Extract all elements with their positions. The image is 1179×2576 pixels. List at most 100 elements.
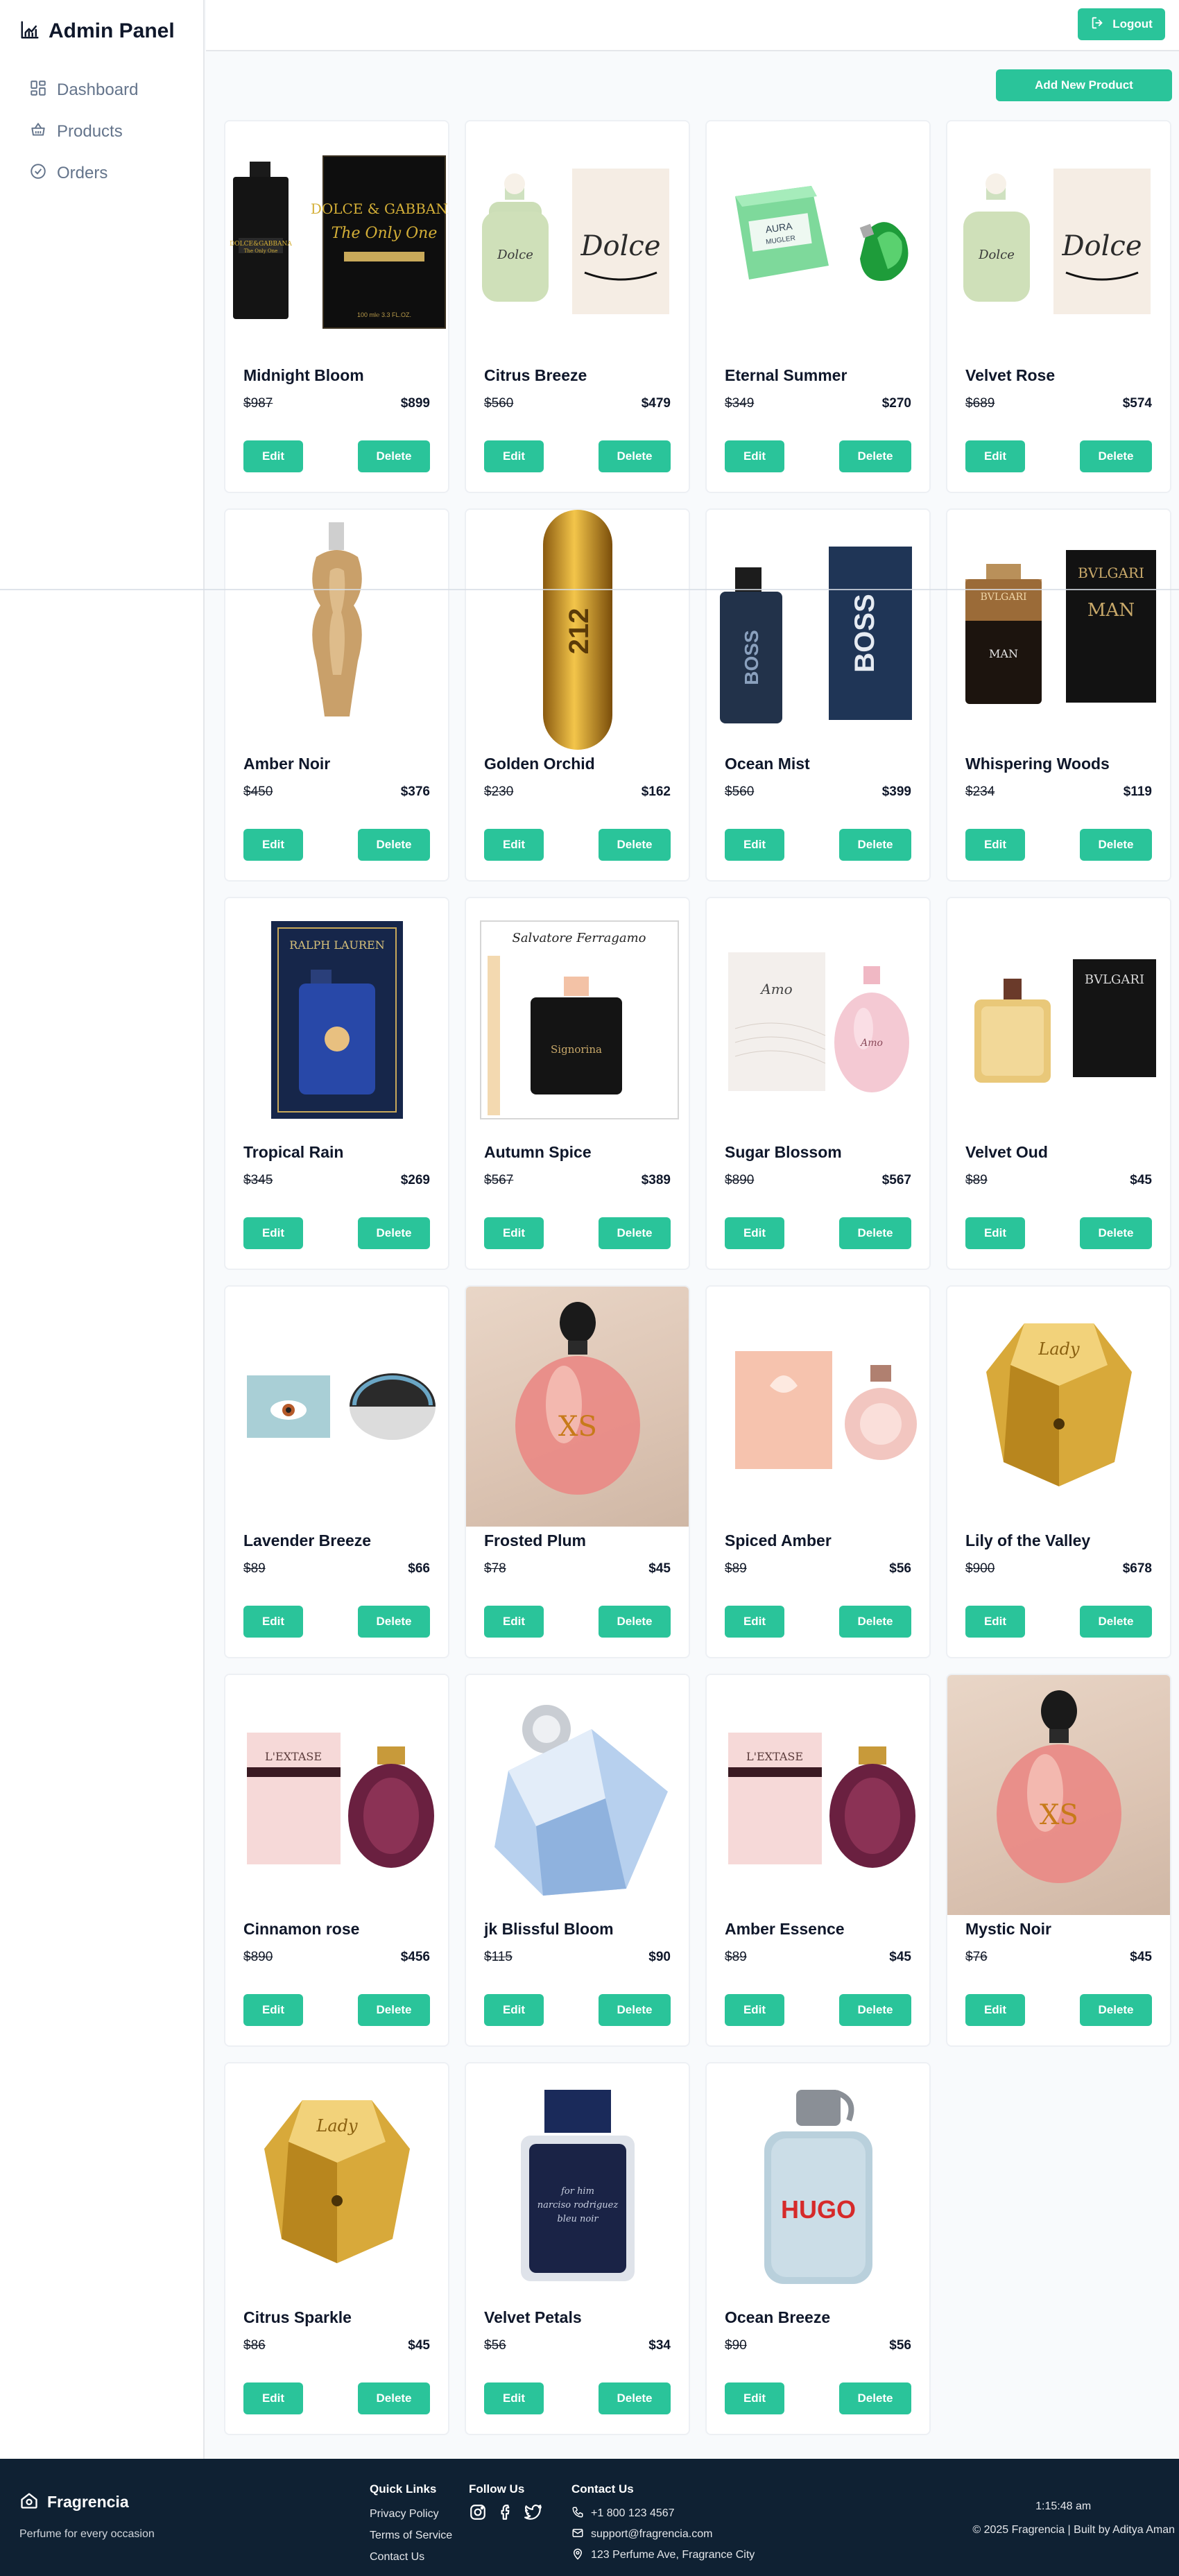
delete-button[interactable]: Delete — [599, 2382, 671, 2414]
card-actions: Edit Delete — [725, 440, 911, 472]
delete-button[interactable]: Delete — [1080, 440, 1152, 472]
edit-button[interactable]: Edit — [243, 1994, 303, 2026]
delete-button[interactable]: Delete — [358, 1606, 430, 1638]
delete-button[interactable]: Delete — [358, 1994, 430, 2026]
twitter-icon[interactable] — [524, 2503, 542, 2525]
edit-button[interactable]: Edit — [965, 1994, 1025, 2026]
product-card: BVLGARI MAN BVLGARI MAN Whispering Woods… — [946, 508, 1171, 882]
svg-text:for him: for him — [560, 2186, 594, 2197]
sale-price: $399 — [881, 784, 911, 799]
divider-line — [0, 589, 1179, 590]
edit-button[interactable]: Edit — [484, 829, 544, 861]
product-card: Dolce Dolce Citrus Breeze $560 $479 Edit… — [465, 120, 690, 493]
edit-button[interactable]: Edit — [243, 440, 303, 472]
delete-button[interactable]: Delete — [599, 1994, 671, 2026]
edit-button[interactable]: Edit — [243, 1217, 303, 1249]
edit-button[interactable]: Edit — [965, 829, 1025, 861]
sidebar-item-products[interactable]: Products — [0, 111, 203, 153]
edit-button[interactable]: Edit — [725, 1606, 784, 1638]
price-row: $78 $45 — [484, 1561, 671, 1577]
sale-price: $269 — [400, 1173, 430, 1187]
edit-button[interactable]: Edit — [243, 2382, 303, 2414]
sidebar-item-orders[interactable]: Orders — [0, 153, 203, 194]
edit-button[interactable]: Edit — [725, 829, 784, 861]
edit-button[interactable]: Edit — [965, 1606, 1025, 1638]
check-circle-icon — [29, 162, 47, 185]
edit-button[interactable]: Edit — [484, 2382, 544, 2414]
card-actions: Edit Delete — [725, 2382, 911, 2414]
svg-text:Lady: Lady — [1038, 1339, 1080, 1359]
product-name: Golden Orchid — [484, 755, 595, 773]
delete-button[interactable]: Delete — [599, 1217, 671, 1249]
edit-button[interactable]: Edit — [484, 1994, 544, 2026]
delete-button[interactable]: Delete — [839, 1217, 911, 1249]
edit-button[interactable]: Edit — [484, 1606, 544, 1638]
edit-button[interactable]: Edit — [725, 2382, 784, 2414]
edit-button[interactable]: Edit — [725, 1217, 784, 1249]
facebook-icon[interactable] — [497, 2503, 515, 2525]
delete-button[interactable]: Delete — [839, 1606, 911, 1638]
delete-button[interactable]: Delete — [599, 829, 671, 861]
edit-button[interactable]: Edit — [484, 440, 544, 472]
instagram-icon[interactable] — [469, 2503, 487, 2525]
edit-button[interactable]: Edit — [965, 440, 1025, 472]
delete-button[interactable]: Delete — [839, 2382, 911, 2414]
card-actions: Edit Delete — [484, 2382, 671, 2414]
contact-title: Contact Us — [571, 2482, 634, 2496]
edit-button[interactable]: Edit — [725, 1994, 784, 2026]
address-text: 123 Perfume Ave, Fragrance City — [591, 2549, 755, 2561]
phone-text[interactable]: +1 800 123 4567 — [591, 2507, 675, 2520]
delete-button[interactable]: Delete — [1080, 1606, 1152, 1638]
footer-link-terms[interactable]: Terms of Service — [370, 2525, 452, 2546]
edit-button[interactable]: Edit — [243, 829, 303, 861]
delete-button[interactable]: Delete — [599, 1606, 671, 1638]
mail-icon — [571, 2527, 584, 2543]
add-new-product-button[interactable]: Add New Product — [996, 69, 1172, 101]
original-price: $560 — [725, 784, 755, 799]
delete-button[interactable]: Delete — [839, 1994, 911, 2026]
footer-link-contact[interactable]: Contact Us — [370, 2546, 452, 2568]
card-actions: Edit Delete — [243, 1217, 430, 1249]
sale-price: $678 — [1122, 1561, 1152, 1576]
product-name: Cinnamon rose — [243, 1920, 360, 1938]
card-actions: Edit Delete — [243, 2382, 430, 2414]
delete-button[interactable]: Delete — [1080, 1217, 1152, 1249]
svg-text:Amo: Amo — [759, 981, 792, 997]
delete-button[interactable]: Delete — [358, 1217, 430, 1249]
sidebar-item-dashboard[interactable]: Dashboard — [0, 69, 203, 111]
location-pin-icon — [571, 2548, 584, 2564]
edit-button[interactable]: Edit — [965, 1217, 1025, 1249]
original-price: $76 — [965, 1950, 988, 1964]
delete-button[interactable]: Delete — [839, 829, 911, 861]
delete-button[interactable]: Delete — [358, 829, 430, 861]
delete-button[interactable]: Delete — [358, 440, 430, 472]
card-actions: Edit Delete — [243, 1994, 430, 2026]
delete-button[interactable]: Delete — [1080, 1994, 1152, 2026]
sidebar-item-label: Products — [57, 122, 123, 141]
svg-text:MAN: MAN — [989, 647, 1018, 660]
product-image: HUGO — [707, 2063, 929, 2303]
logout-button[interactable]: Logout — [1078, 8, 1165, 40]
original-price: $230 — [484, 784, 514, 799]
footer-link-privacy[interactable]: Privacy Policy — [370, 2503, 452, 2525]
original-price: $349 — [725, 396, 755, 411]
product-name: Autumn Spice — [484, 1143, 592, 1161]
delete-button[interactable]: Delete — [358, 2382, 430, 2414]
svg-text:narciso rodriguez: narciso rodriguez — [537, 2200, 618, 2210]
email-text[interactable]: support@fragrencia.com — [591, 2528, 712, 2541]
footer-meta: 1:15:48 am © 2025 Fragrencia | Built by … — [972, 2500, 1175, 2536]
sale-price: $45 — [889, 1950, 911, 1964]
product-image: RALPH LAUREN — [225, 898, 448, 1138]
edit-button[interactable]: Edit — [243, 1606, 303, 1638]
product-name: Ocean Breeze — [725, 2308, 831, 2326]
delete-button[interactable]: Delete — [839, 440, 911, 472]
product-image: Salvatore Ferragamo Signorina — [466, 898, 689, 1138]
product-card: L'EXTASE Amber Essence $89 $45 Edit Dele… — [705, 1674, 931, 2047]
edit-button[interactable]: Edit — [484, 1217, 544, 1249]
delete-button[interactable]: Delete — [599, 440, 671, 472]
delete-button[interactable]: Delete — [1080, 829, 1152, 861]
footer-brand-name: Fragrencia — [47, 2493, 129, 2511]
svg-text:BVLGARI: BVLGARI — [1078, 565, 1144, 581]
svg-text:BVLGARI: BVLGARI — [980, 592, 1026, 603]
edit-button[interactable]: Edit — [725, 440, 784, 472]
